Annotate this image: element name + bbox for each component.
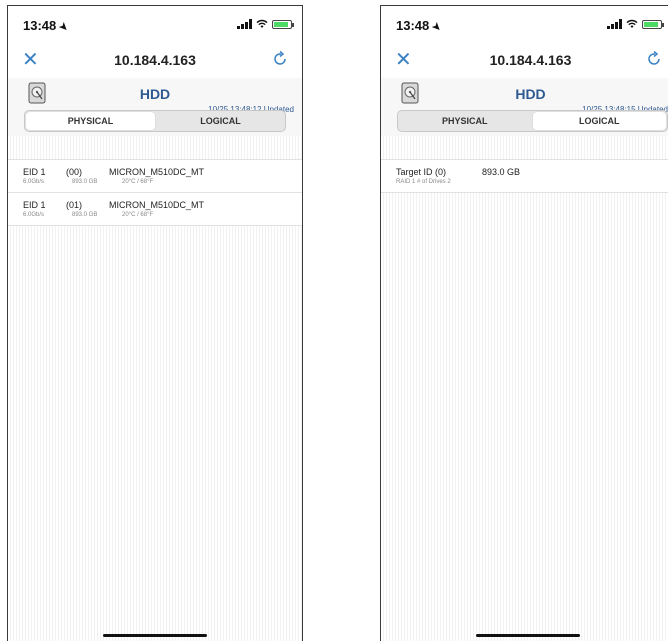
drive-slot: (01) [66, 200, 83, 210]
phone-screen-logical: 13:48➤ ✕ 10.184.4.163 HDD 10/25 13:48:15… [380, 5, 668, 641]
tab-logical[interactable]: LOGICAL [532, 112, 666, 130]
home-indicator[interactable] [103, 634, 207, 637]
drive-speed: 6.0Gb/s [23, 179, 45, 185]
target-id: Target ID (0) [396, 167, 447, 177]
drive-eid: EID 1 [23, 167, 46, 177]
hdd-title: HDD [139, 86, 171, 102]
hdd-title: HDD [515, 86, 546, 102]
drive-size: 893.0 GB [72, 179, 98, 185]
location-arrow-icon: ➤ [56, 20, 71, 35]
hdd-header: HDD 10/25 13:48:15 Updated PHYSICAL LOGI… [381, 78, 668, 136]
home-indicator[interactable] [476, 634, 580, 637]
tab-logical[interactable]: LOGICAL [156, 111, 285, 131]
status-time: 13:48➤ [396, 18, 444, 35]
refresh-icon[interactable] [270, 49, 290, 69]
drive-speed: 6.0Gb/s [23, 212, 45, 218]
status-icons [607, 19, 664, 29]
hdd-header: HDD 10/25 13:48:12 Updated PHYSICAL LOGI… [8, 78, 302, 136]
signal-icon [607, 19, 622, 29]
raid-detail: RAID 1 # of Drives 2 [396, 179, 451, 185]
list-item[interactable]: EID 1 (01) MICRON_M510DC_MT 6.0Gb/s 893.… [8, 192, 302, 226]
logical-size: 893.0 GB [482, 167, 521, 177]
drive-slot: (00) [66, 167, 83, 177]
wifi-icon [256, 19, 268, 28]
drive-model: MICRON_M510DC_MT [109, 200, 205, 210]
status-icons [237, 19, 294, 29]
drive-eid: EID 1 [23, 200, 46, 210]
tab-physical[interactable]: PHYSICAL [26, 112, 155, 130]
drive-temp: 20°C / 68°F [122, 179, 154, 185]
status-bar: 13:48➤ [381, 6, 668, 44]
status-bar: 13:48➤ [8, 6, 302, 44]
battery-icon [642, 19, 664, 29]
wifi-icon [626, 19, 638, 28]
nav-title: 10.184.4.163 [489, 52, 572, 68]
location-arrow-icon: ➤ [429, 20, 444, 35]
status-time: 13:48➤ [23, 18, 71, 35]
tab-physical[interactable]: PHYSICAL [398, 111, 532, 131]
physical-drive-list: EID 1 (00) MICRON_M510DC_MT 6.0Gb/s 893.… [8, 159, 302, 226]
logical-drive-list: Target ID (0) 893.0 GB RAID 1 # of Drive… [381, 159, 668, 193]
drive-temp: 20°C / 68°F [122, 212, 154, 218]
refresh-icon[interactable] [644, 49, 664, 69]
battery-icon [272, 19, 294, 29]
list-item[interactable]: EID 1 (00) MICRON_M510DC_MT 6.0Gb/s 893.… [8, 159, 302, 193]
nav-bar: ✕ 10.184.4.163 [381, 44, 668, 78]
drive-size: 893.0 GB [72, 212, 98, 218]
drive-model: MICRON_M510DC_MT [109, 167, 205, 177]
nav-title: 10.184.4.163 [114, 52, 196, 68]
phone-screen-physical: 13:48➤ ✕ 10.184.4.163 HDD 10/25 13:48:12… [7, 5, 303, 641]
list-item[interactable]: Target ID (0) 893.0 GB RAID 1 # of Drive… [381, 159, 668, 193]
segmented-control: PHYSICAL LOGICAL [24, 110, 286, 132]
segmented-control: PHYSICAL LOGICAL [397, 110, 668, 132]
nav-bar: ✕ 10.184.4.163 [8, 44, 302, 78]
signal-icon [237, 19, 252, 29]
